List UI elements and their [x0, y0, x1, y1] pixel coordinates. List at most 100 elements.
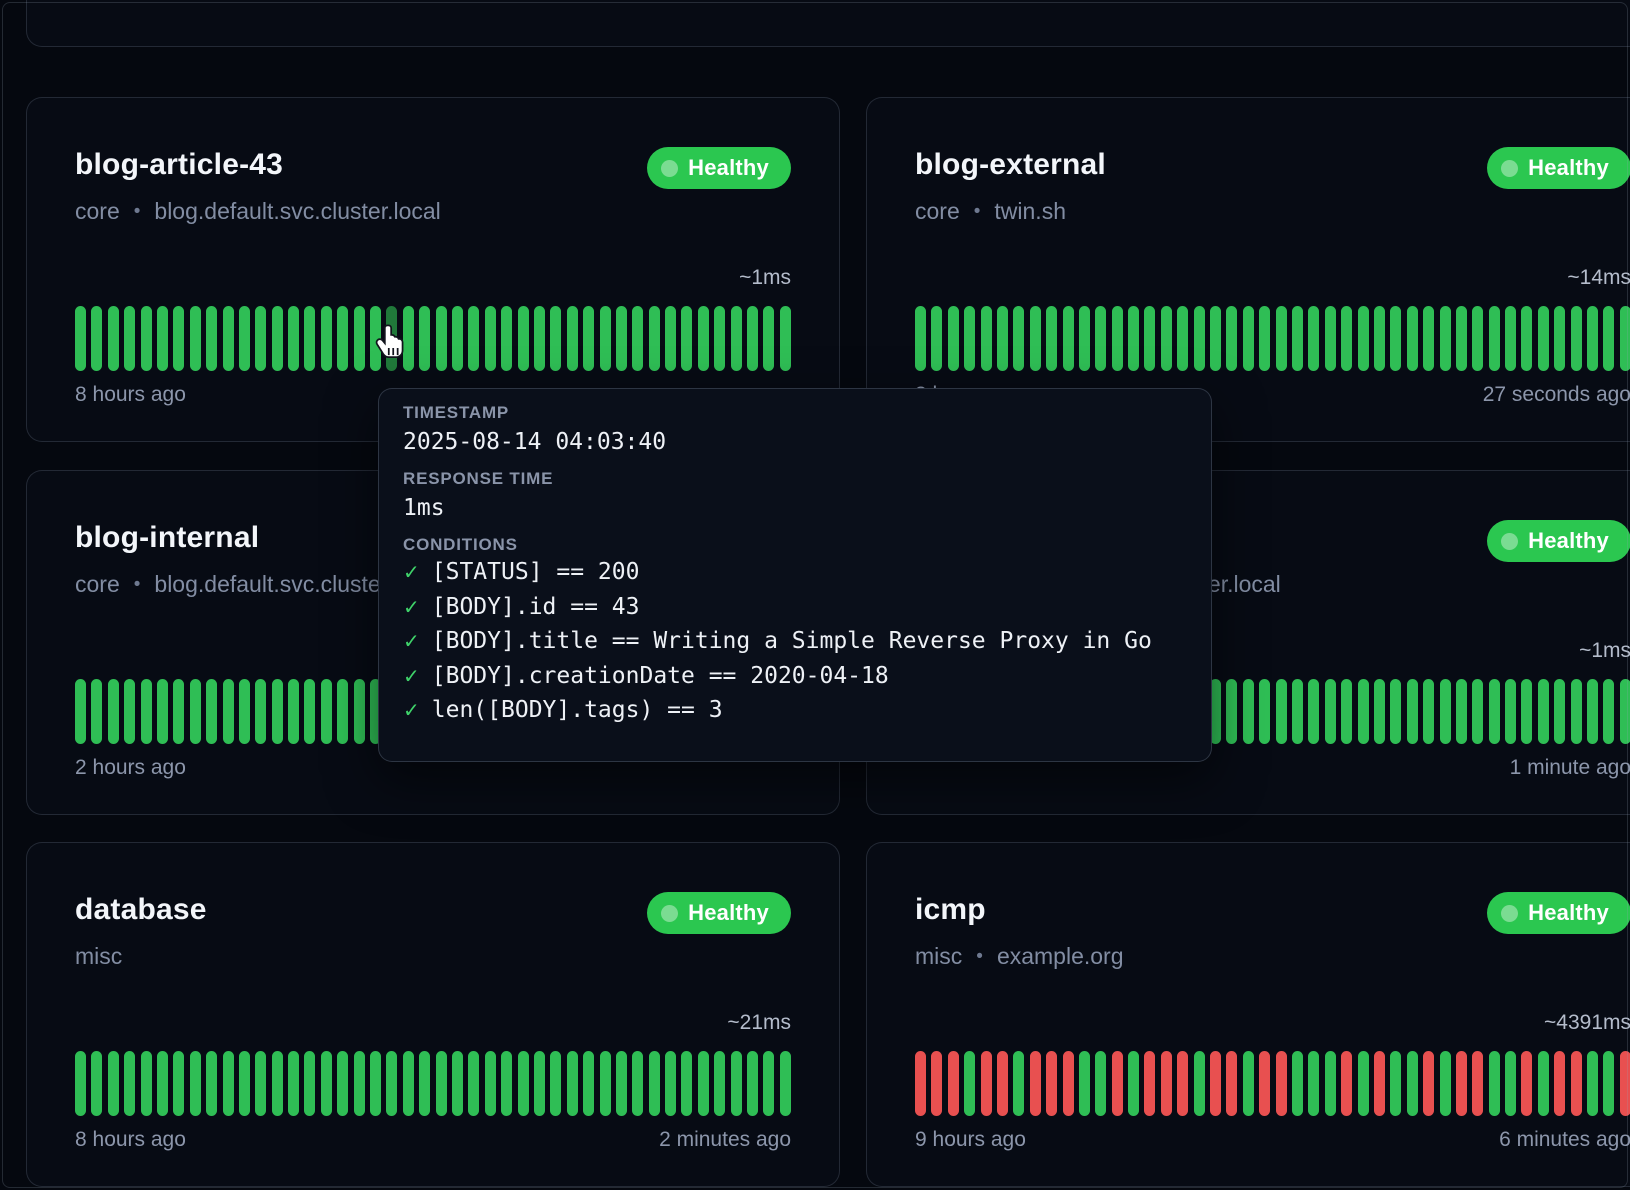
uptime-bar[interactable] [1456, 679, 1467, 744]
uptime-bar[interactable] [1243, 1051, 1254, 1116]
uptime-bar[interactable] [354, 306, 365, 371]
uptime-bar[interactable] [964, 1051, 975, 1116]
uptime-bar[interactable] [1276, 1051, 1287, 1116]
uptime-bar[interactable] [1358, 306, 1369, 371]
uptime-bar[interactable] [386, 1051, 397, 1116]
uptime-bar[interactable] [649, 306, 660, 371]
uptime-bar[interactable] [223, 679, 234, 744]
uptime-bar[interactable] [288, 679, 299, 744]
uptime-bar[interactable] [272, 1051, 283, 1116]
uptime-bar[interactable] [1440, 1051, 1451, 1116]
uptime-bar[interactable] [1620, 1051, 1630, 1116]
uptime-bar[interactable] [304, 679, 315, 744]
uptime-bar[interactable] [91, 679, 102, 744]
uptime-bar[interactable] [1144, 306, 1155, 371]
uptime-bar[interactable] [1620, 306, 1630, 371]
uptime-bar[interactable] [223, 1051, 234, 1116]
uptime-bar[interactable] [321, 1051, 332, 1116]
uptime-bar[interactable] [1538, 679, 1549, 744]
uptime-bar[interactable] [747, 1051, 758, 1116]
uptime-bar[interactable] [1128, 1051, 1139, 1116]
uptime-bar[interactable] [255, 1051, 266, 1116]
uptime-bar[interactable] [190, 306, 201, 371]
uptime-bar[interactable] [1571, 306, 1582, 371]
uptime-bar[interactable] [436, 306, 447, 371]
uptime-bar[interactable] [108, 679, 119, 744]
uptime-bar[interactable] [157, 679, 168, 744]
uptime-bar[interactable] [190, 679, 201, 744]
uptime-bar[interactable] [1521, 1051, 1532, 1116]
uptime-bar[interactable] [981, 306, 992, 371]
uptime-bar[interactable] [1587, 679, 1598, 744]
uptime-bar[interactable] [190, 1051, 201, 1116]
uptime-bar[interactable] [1440, 306, 1451, 371]
uptime-bar[interactable] [714, 306, 725, 371]
uptime-bar[interactable] [1390, 306, 1401, 371]
uptime-bar[interactable] [1456, 306, 1467, 371]
uptime-bar[interactable] [485, 1051, 496, 1116]
uptime-bar[interactable] [1620, 679, 1630, 744]
uptime-bar[interactable] [1571, 679, 1582, 744]
uptime-bar[interactable] [157, 1051, 168, 1116]
uptime-bar[interactable] [1128, 306, 1139, 371]
uptime-bar[interactable] [452, 306, 463, 371]
uptime-bar[interactable] [206, 306, 217, 371]
uptime-bar[interactable] [600, 306, 611, 371]
uptime-bar[interactable] [1013, 1051, 1024, 1116]
uptime-bar[interactable] [714, 1051, 725, 1116]
uptime-bar[interactable] [1177, 306, 1188, 371]
uptime-bar[interactable] [1308, 1051, 1319, 1116]
uptime-bar[interactable] [1472, 679, 1483, 744]
uptime-bar[interactable] [239, 1051, 250, 1116]
uptime-bar[interactable] [1079, 1051, 1090, 1116]
uptime-bar[interactable] [1358, 1051, 1369, 1116]
uptime-bar[interactable] [272, 679, 283, 744]
uptime-bar[interactable] [1423, 306, 1434, 371]
uptime-bar[interactable] [649, 1051, 660, 1116]
uptime-bar[interactable] [75, 306, 86, 371]
uptime-bar[interactable] [1226, 679, 1237, 744]
uptime-bar[interactable] [698, 1051, 709, 1116]
uptime-bar[interactable] [1489, 306, 1500, 371]
uptime-bar[interactable] [91, 1051, 102, 1116]
uptime-bar[interactable] [948, 306, 959, 371]
uptime-bar[interactable] [681, 1051, 692, 1116]
uptime-bar[interactable] [1472, 1051, 1483, 1116]
uptime-bars[interactable] [75, 1051, 791, 1116]
uptime-bar[interactable] [1226, 306, 1237, 371]
uptime-bar[interactable] [1292, 306, 1303, 371]
uptime-bars[interactable] [915, 306, 1630, 371]
uptime-bar[interactable] [1030, 1051, 1041, 1116]
uptime-bar[interactable] [1341, 679, 1352, 744]
uptime-bar[interactable] [616, 306, 627, 371]
uptime-bar[interactable] [997, 1051, 1008, 1116]
uptime-bar[interactable] [1341, 1051, 1352, 1116]
uptime-bar[interactable] [780, 1051, 791, 1116]
uptime-bar[interactable] [616, 1051, 627, 1116]
uptime-bar[interactable] [583, 1051, 594, 1116]
uptime-bar[interactable] [518, 1051, 529, 1116]
uptime-bar[interactable] [1423, 679, 1434, 744]
uptime-bar[interactable] [436, 1051, 447, 1116]
uptime-bar[interactable] [1603, 1051, 1614, 1116]
uptime-bar[interactable] [1243, 679, 1254, 744]
uptime-bar[interactable] [1292, 1051, 1303, 1116]
uptime-bar[interactable] [1292, 679, 1303, 744]
uptime-bar[interactable] [485, 306, 496, 371]
uptime-bar[interactable] [1423, 1051, 1434, 1116]
uptime-bar[interactable] [124, 1051, 135, 1116]
uptime-bar[interactable] [501, 1051, 512, 1116]
uptime-bar[interactable] [370, 1051, 381, 1116]
uptime-bar[interactable] [1358, 679, 1369, 744]
uptime-bar[interactable] [337, 1051, 348, 1116]
uptime-bar[interactable] [1259, 679, 1270, 744]
uptime-bar[interactable] [1226, 1051, 1237, 1116]
uptime-bar[interactable] [1063, 1051, 1074, 1116]
uptime-bar[interactable] [1390, 1051, 1401, 1116]
uptime-bar[interactable] [1538, 1051, 1549, 1116]
uptime-bar[interactable] [468, 1051, 479, 1116]
uptime-bar[interactable] [665, 1051, 676, 1116]
uptime-bar[interactable] [337, 306, 348, 371]
uptime-bar[interactable] [1095, 1051, 1106, 1116]
endpoint-card-database[interactable]: database misc Healthy ~21ms 8 hours ago … [26, 842, 840, 1187]
